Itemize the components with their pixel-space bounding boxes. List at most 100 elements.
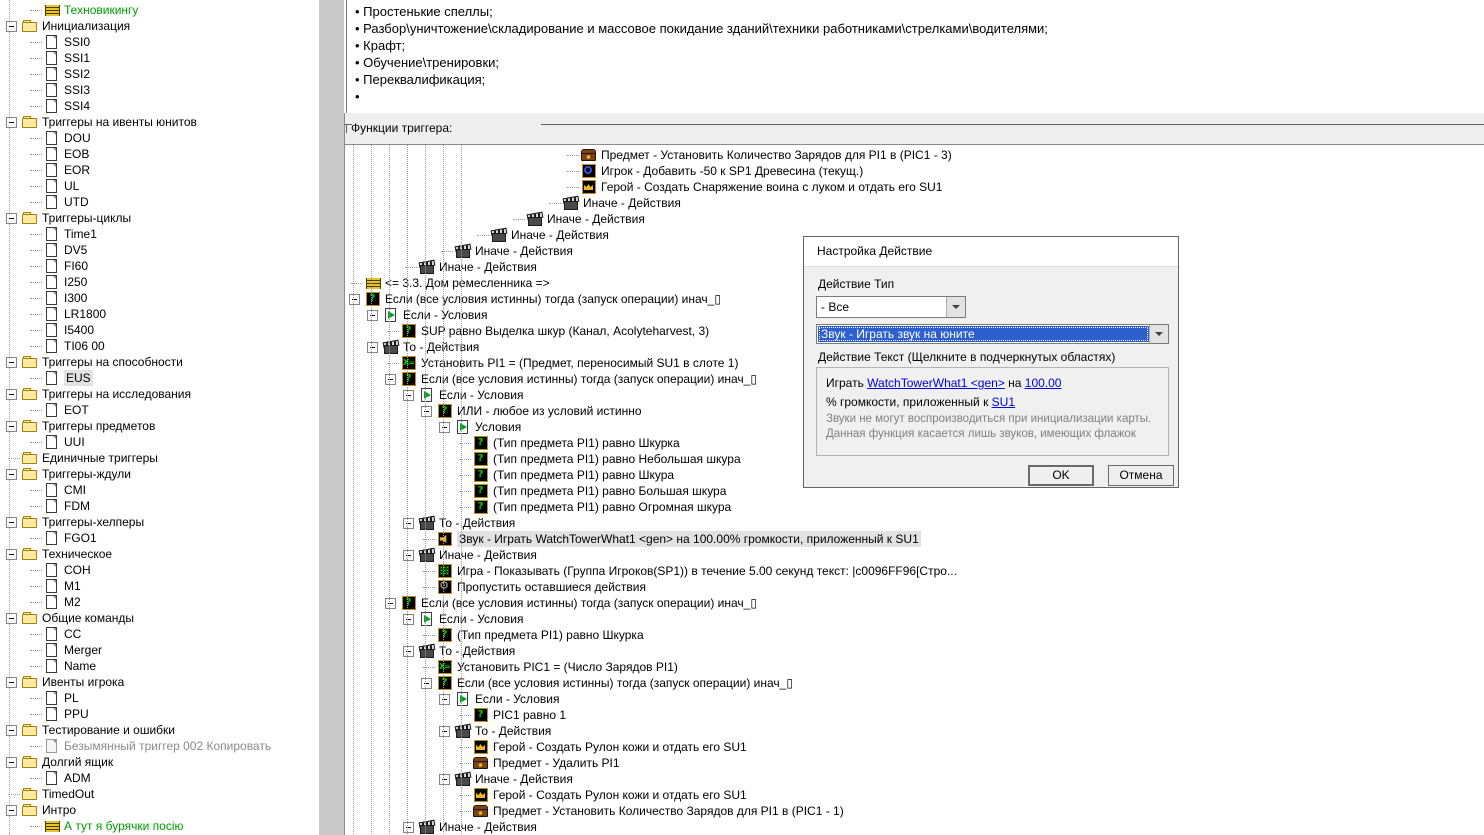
collapse-expander[interactable] (6, 725, 17, 736)
tree-row[interactable]: Игра - Показывать (Группа Игроков(SP1)) … (345, 563, 1484, 579)
list-item[interactable]: DV5 (0, 242, 319, 258)
list-item[interactable]: Триггеры предметов (0, 418, 319, 434)
tree-row[interactable]: ? PIC1 равно 1 (345, 707, 1484, 723)
tree-row[interactable]: Иначе - Действия (345, 771, 1484, 787)
list-item[interactable]: TimedOut (0, 786, 319, 802)
list-item[interactable]: UTD (0, 194, 319, 210)
list-item[interactable]: Тестирование и ошибки (0, 722, 319, 738)
list-item[interactable]: Триггеры на исследования (0, 386, 319, 402)
comment-textarea[interactable]: • Простенькие спеллы; • Разбор\уничтожени… (346, 0, 1484, 114)
collapse-expander[interactable] (6, 677, 17, 688)
tree-row[interactable]: Иначе - Действия (345, 547, 1484, 563)
collapse-expander[interactable] (6, 357, 17, 368)
tree-row[interactable]: Если - Условия (345, 691, 1484, 707)
list-item[interactable]: FI60 (0, 258, 319, 274)
tree-row[interactable]: Герой - Создать Рулон кожи и отдать его … (345, 787, 1484, 803)
tree-row[interactable]: Иначе - Действия (345, 195, 1484, 211)
collapse-expander[interactable] (6, 549, 17, 560)
collapse-expander[interactable] (6, 757, 17, 768)
collapse-expander[interactable] (6, 213, 17, 224)
list-item[interactable]: SSI2 (0, 66, 319, 82)
list-item[interactable]: DOU (0, 130, 319, 146)
tree-row[interactable]: Пропустить оставшиеся действия (345, 579, 1484, 595)
tree-row[interactable]: То - Действия (345, 515, 1484, 531)
list-item[interactable]: I250 (0, 274, 319, 290)
action-type-combobox[interactable]: Звук - Играть звук на юните (816, 324, 1169, 344)
list-item[interactable]: Общие команды (0, 610, 319, 626)
list-item[interactable]: А тут я бурячки посію (0, 818, 319, 834)
list-item[interactable]: PPU (0, 706, 319, 722)
collapse-expander[interactable] (6, 421, 17, 432)
list-item[interactable]: LR1800 (0, 306, 319, 322)
list-item[interactable]: Ивенты игрока (0, 674, 319, 690)
tree-row[interactable]: То - Действия (345, 643, 1484, 659)
list-item[interactable]: Триггеры-циклы (0, 210, 319, 226)
list-item[interactable]: SSI1 (0, 50, 319, 66)
collapse-expander[interactable] (6, 469, 17, 480)
list-item[interactable]: Time1 (0, 226, 319, 242)
list-item[interactable]: SSI3 (0, 82, 319, 98)
panel-splitter[interactable] (319, 0, 344, 835)
tree-row[interactable]: Игрок - Добавить -50 к SP1 Древесина (те… (345, 163, 1484, 179)
tree-row[interactable]: Предмет - Установить Количество Зарядов … (345, 147, 1484, 163)
list-item[interactable]: Единичные триггеры (0, 450, 319, 466)
list-item[interactable]: FDM (0, 498, 319, 514)
list-item[interactable]: EOT (0, 402, 319, 418)
list-item[interactable]: PL (0, 690, 319, 706)
collapse-expander[interactable] (6, 117, 17, 128)
list-item[interactable]: CC (0, 626, 319, 642)
collapse-expander[interactable] (6, 805, 17, 816)
tree-row[interactable]: ? (Тип предмета PI1) равно Огромная шкура (345, 499, 1484, 515)
list-item[interactable]: Техновикингу (0, 2, 319, 18)
tree-row[interactable]: ? Если (все условия истинны) тогда (запус… (345, 595, 1484, 611)
collapse-expander[interactable] (6, 389, 17, 400)
tree-row[interactable]: Герой - Создать Рулон кожи и отдать его … (345, 739, 1484, 755)
cancel-button[interactable]: Отмена (1108, 465, 1174, 486)
action-param-link[interactable]: 100.00 (1025, 376, 1062, 390)
list-item[interactable]: Триггеры-хелперы (0, 514, 319, 530)
collapse-expander[interactable] (6, 613, 17, 624)
list-item[interactable]: M2 (0, 594, 319, 610)
list-item[interactable]: Инициализация (0, 18, 319, 34)
list-item[interactable]: M1 (0, 578, 319, 594)
list-item[interactable]: Триггеры на ивенты юнитов (0, 114, 319, 130)
collapse-expander[interactable] (6, 21, 17, 32)
list-item[interactable]: SSI4 (0, 98, 319, 114)
list-item[interactable]: COH (0, 562, 319, 578)
action-param-link[interactable]: SU1 (992, 395, 1015, 409)
tree-row[interactable]: Герой - Создать Снаряжение воина с луком… (345, 179, 1484, 195)
list-item[interactable]: FGO1 (0, 530, 319, 546)
list-item[interactable]: Триггеры-ждули (0, 466, 319, 482)
chevron-down-icon[interactable] (1149, 325, 1168, 343)
list-item[interactable]: SSI0 (0, 34, 319, 50)
list-item[interactable]: Интро (0, 802, 319, 818)
action-param-link[interactable]: WatchTowerWhat1 <gen> (867, 376, 1005, 390)
list-item[interactable]: Безымянный триггер 002 Копировать (0, 738, 319, 754)
collapse-expander[interactable] (6, 517, 17, 528)
list-item[interactable]: EOR (0, 162, 319, 178)
list-item[interactable]: Техническое (0, 546, 319, 562)
list-item[interactable]: Триггеры на способности (0, 354, 319, 370)
list-item[interactable]: EUS (0, 370, 319, 386)
tree-row[interactable]: То - Действия (345, 723, 1484, 739)
list-item[interactable]: ADM (0, 770, 319, 786)
tree-row[interactable]: Предмет - Удалить PI1 (345, 755, 1484, 771)
list-item[interactable]: I300 (0, 290, 319, 306)
list-item[interactable]: UUI (0, 434, 319, 450)
list-item[interactable]: CMI (0, 482, 319, 498)
list-item[interactable]: TI06 00 (0, 338, 319, 354)
tree-row[interactable]: Предмет - Установить Количество Зарядов … (345, 803, 1484, 819)
list-item[interactable]: Name (0, 658, 319, 674)
tree-row[interactable]: Иначе - Действия (345, 211, 1484, 227)
tree-row[interactable]: ? (Тип предмета PI1) равно Шкурка (345, 627, 1484, 643)
list-item[interactable]: Merger (0, 642, 319, 658)
tree-row[interactable]: Звук - Играть WatchTowerWhat1 <gen> на 1… (345, 531, 1484, 547)
tree-row[interactable]: Если - Условия (345, 611, 1484, 627)
chevron-down-icon[interactable] (946, 297, 965, 317)
list-item[interactable]: I5400 (0, 322, 319, 338)
tree-row[interactable]: ? Если (все условия истинны) тогда (запус… (345, 675, 1484, 691)
list-item[interactable]: Долгий ящик (0, 754, 319, 770)
list-item[interactable]: UL (0, 178, 319, 194)
tree-row[interactable]: Иначе - Действия (345, 819, 1484, 835)
tree-row[interactable]: X= Установить PIC1 = (Число Зарядов PI1) (345, 659, 1484, 675)
